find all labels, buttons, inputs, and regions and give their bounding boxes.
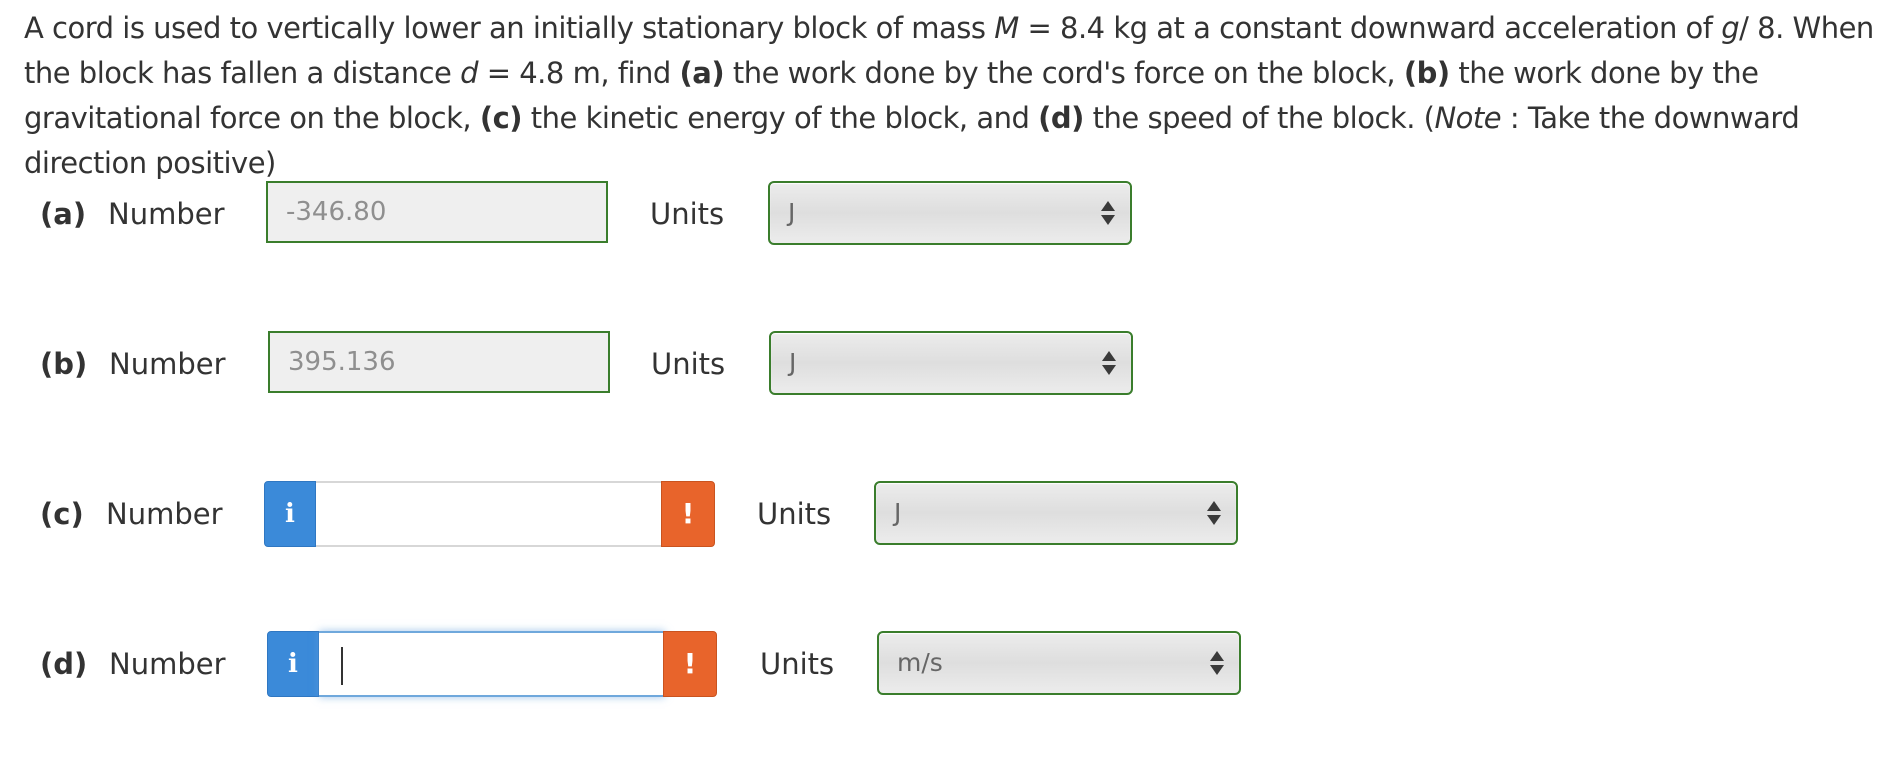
select-arrows-icon [1206,497,1222,529]
question-text: A cord is used to vertically lower an in… [24,11,1874,180]
number-label: Number [109,647,226,681]
answer-row-a: (a) Number -346.80 Units J [0,181,1902,247]
units-select-c[interactable]: J [874,481,1238,545]
warning-icon[interactable]: ! [661,481,715,547]
select-arrows-icon [1101,347,1117,379]
select-arrows-icon [1209,647,1225,679]
part-label: (b) [40,347,88,381]
number-label: Number [109,347,226,381]
part-label: (a) [40,197,87,231]
number-label: Number [108,197,225,231]
answer-input-c[interactable] [316,481,662,547]
warning-icon[interactable]: ! [663,631,717,697]
note-word: Note [1434,101,1502,135]
units-selected-value: m/s [897,648,943,677]
units-label: Units [757,497,832,531]
answer-input-d[interactable] [319,631,665,697]
units-label: Units [651,347,726,381]
answer-field-b[interactable]: 395.136 [268,331,610,393]
units-select-d[interactable]: m/s [877,631,1241,695]
info-icon[interactable]: i [267,631,319,697]
answer-field-a[interactable]: -346.80 [266,181,608,243]
text-caret [341,647,343,685]
info-icon[interactable]: i [264,481,316,547]
number-label: Number [106,497,223,531]
units-label: Units [760,647,835,681]
answer-row-d: (d) Number i ! Units m/s [0,631,1902,697]
mass-variable: M [994,11,1019,45]
units-label: Units [650,197,725,231]
distance-variable: d [460,56,478,90]
units-select-a[interactable]: J [768,181,1132,245]
answer-row-c: (c) Number i ! Units J [0,481,1902,547]
select-arrows-icon [1100,197,1116,229]
units-selected-value: J [894,498,902,527]
answer-value: -346.80 [286,197,387,227]
part-label: (c) [40,497,84,531]
units-select-b[interactable]: J [769,331,1133,395]
answer-row-b: (b) Number 395.136 Units J [0,331,1902,397]
part-label: (d) [40,647,88,681]
gravity-variable: g [1721,11,1740,45]
answer-value: 395.136 [288,347,396,377]
units-selected-value: J [788,198,796,227]
units-selected-value: J [789,348,797,377]
